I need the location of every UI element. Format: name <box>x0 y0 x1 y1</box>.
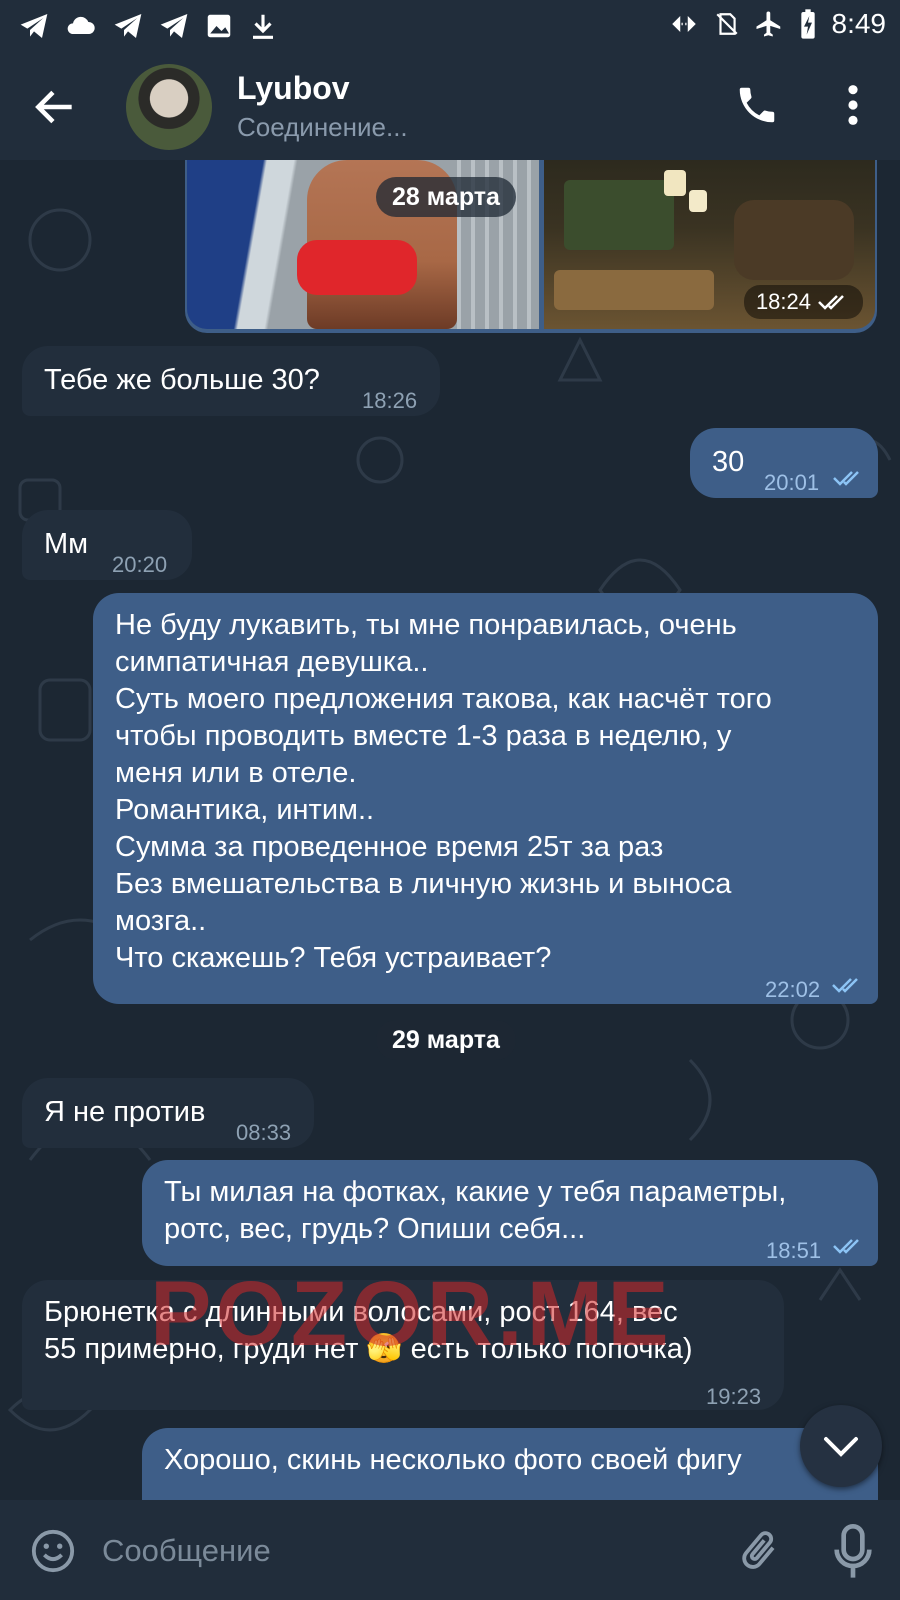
double-check-icon <box>818 295 844 310</box>
airplane-icon <box>756 11 780 37</box>
double-check-icon <box>832 978 858 993</box>
clock: 8:49 <box>831 8 887 39</box>
phone-icon[interactable] <box>734 82 780 128</box>
message-time: 20:01 <box>764 470 820 495</box>
album-timestamp: 18:24 <box>743 285 863 319</box>
message-bubble-incoming[interactable]: Брюнетка с длинными волосами, рост 164, … <box>22 1280 784 1410</box>
message-time: 08:33 <box>236 1120 292 1145</box>
message-text: Брюнетка с длинными волосами, рост 164, … <box>44 1296 693 1365</box>
cloud-icon <box>67 16 95 34</box>
download-icon <box>253 14 273 39</box>
no-sim-icon <box>715 13 738 35</box>
message-bubble-incoming[interactable]: Тебе же больше 30? 18:26 <box>22 346 440 416</box>
battery-charging-icon <box>800 9 815 39</box>
message-time: 20:20 <box>112 552 168 577</box>
chevron-down-icon <box>824 1437 858 1457</box>
message-time: 19:23 <box>706 1384 762 1409</box>
avatar[interactable] <box>126 64 212 150</box>
double-check-icon <box>833 471 859 486</box>
telegram-icon <box>160 14 188 38</box>
date-separator: 29 марта <box>376 1020 516 1060</box>
message-bubble-outgoing[interactable]: Не буду лукавить, ты мне понравилась, оч… <box>93 593 878 1004</box>
message-text: Не буду лукавить, ты мне понравилась, оч… <box>115 609 772 974</box>
status-bar: 8:49 <box>0 0 900 52</box>
message-input-bar <box>0 1500 900 1600</box>
telegram-icon <box>114 14 142 38</box>
more-vert-icon[interactable] <box>838 82 868 128</box>
attach-icon[interactable] <box>736 1526 782 1576</box>
photo-album-message[interactable]: 28 марта 18:24 <box>185 160 877 333</box>
connection-status: Соединение... <box>237 112 408 142</box>
message-time: 18:26 <box>362 388 418 413</box>
date-overlay: 28 марта <box>376 177 516 217</box>
emoji-icon[interactable] <box>30 1528 76 1574</box>
system-icons: 8:49 <box>668 8 887 40</box>
data-arrows-icon <box>671 15 696 33</box>
message-input[interactable] <box>100 1524 704 1578</box>
message-bubble-outgoing[interactable]: 30 20:01 <box>690 428 878 498</box>
message-time: 22:02 <box>765 977 821 1002</box>
message-text: Я не против <box>44 1096 206 1128</box>
message-text: Хорошо, скинь несколько фото своей фигу <box>164 1444 742 1476</box>
back-arrow-icon[interactable] <box>30 82 80 132</box>
message-text: 30 <box>712 446 745 478</box>
message-bubble-outgoing[interactable]: Ты милая на фотках, какие у тебя парамет… <box>142 1160 878 1266</box>
album-time: 18:24 <box>755 289 811 314</box>
double-check-icon <box>833 1239 859 1254</box>
message-text: Мм <box>44 528 89 560</box>
message-time: 18:51 <box>766 1238 822 1263</box>
microphone-icon[interactable] <box>834 1524 872 1580</box>
message-bubble-incoming[interactable]: Мм 20:20 <box>22 510 192 580</box>
image-icon <box>207 14 231 38</box>
scroll-down-button[interactable] <box>800 1405 882 1487</box>
message-text: Тебе же больше 30? <box>44 364 320 396</box>
chat-header: Lyubov Соединение... <box>0 52 900 160</box>
message-bubble-incoming[interactable]: Я не против 08:33 <box>22 1078 314 1148</box>
telegram-icon <box>20 14 48 38</box>
notification-icons <box>18 10 278 42</box>
contact-name[interactable]: Lyubov <box>237 70 350 107</box>
